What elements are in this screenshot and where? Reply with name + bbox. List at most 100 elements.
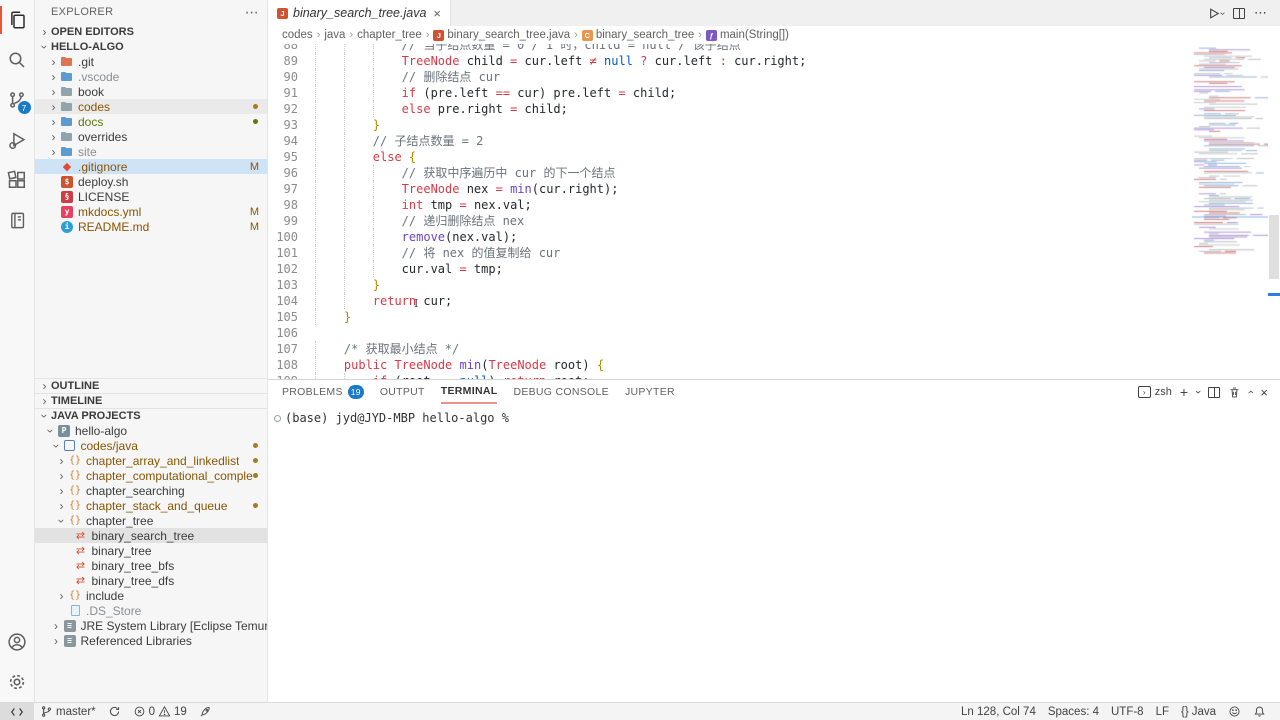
java-tree-item-binary-tree-bfs[interactable]: ⇄binary_tree_bfs	[35, 558, 267, 573]
tab-binary-search-tree[interactable]: J binary_search_tree.java ×	[268, 0, 451, 26]
code-line-102[interactable]: 102cur.val = tmp;	[268, 261, 1280, 277]
panel-tab-debug-console[interactable]: DEBUG CONSOLE	[513, 380, 609, 404]
breadcrumb-item[interactable]: java	[324, 29, 345, 41]
notifications-bell-icon[interactable]	[1247, 705, 1272, 718]
language-mode[interactable]: {} Java	[1175, 706, 1222, 718]
tree-item-readme-md[interactable]: iREADME.mdM	[35, 219, 267, 234]
code-line-103[interactable]: 103}	[268, 277, 1280, 293]
tree-item-mkdocs-yml[interactable]: ymkdocs.ymlM	[35, 204, 267, 219]
tree-item-site[interactable]: ›site	[35, 144, 267, 159]
java-tree-item-codes-java[interactable]: ›codes/java	[35, 438, 267, 453]
indentation-status[interactable]: Spaces: 4	[1042, 706, 1105, 718]
java-tree-item-chapter-tree[interactable]: ›{}chapter_tree	[35, 513, 267, 528]
branch-status[interactable]: master*	[34, 703, 102, 720]
java-tree-item-chapter-searching[interactable]: ›{}chapter_searching	[35, 483, 267, 498]
tree-item-deploy-sh[interactable]: $deploy.sh	[35, 174, 267, 189]
new-terminal-icon[interactable]: +	[1180, 384, 1188, 400]
cursor-position[interactable]: Ln 128, Col 74	[955, 706, 1042, 718]
more-actions-icon[interactable]: ⋯	[245, 4, 259, 21]
code-line-94[interactable]: 94// 子结点数量 = 2	[268, 133, 1280, 149]
code-line-97[interactable]: 97TreeNode nex = min(cur.right);	[268, 181, 1280, 197]
tree-item-book[interactable]: ›book	[35, 84, 267, 99]
panel-tab-output[interactable]: OUTPUT	[380, 380, 425, 404]
code-line-105[interactable]: 105}	[268, 309, 1280, 325]
breadcrumb-item[interactable]: chapter_tree	[357, 29, 422, 41]
feedback-smiley-icon[interactable]	[1222, 705, 1247, 718]
breadcrumb-item[interactable]: ƒmain(String[])	[706, 29, 789, 41]
terminal-shell-selector[interactable]: › zsh	[1138, 386, 1172, 398]
run-debug-icon[interactable]	[0, 120, 35, 160]
tree-item-overrides[interactable]: ›overrides	[35, 129, 267, 144]
open-editors-section[interactable]: › OPEN EDITORS	[35, 24, 267, 39]
account-icon[interactable]	[0, 622, 35, 662]
split-terminal-icon[interactable]	[1208, 387, 1220, 398]
java-tree-item-binary-tree-dfs[interactable]: ⇄binary_tree_dfs	[35, 573, 267, 588]
run-button[interactable]: ›	[1206, 6, 1224, 21]
close-panel-icon[interactable]: ×	[1260, 385, 1268, 400]
java-tree-item-include[interactable]: ›{}include	[35, 588, 267, 603]
panel-tab-jupyter[interactable]: JUPYTER	[625, 380, 675, 404]
tree-item-docs[interactable]: ›docs	[35, 114, 267, 129]
java-status-rocket-icon[interactable]	[193, 703, 218, 720]
code-line-93[interactable]: 93}	[268, 117, 1280, 133]
close-tab-icon[interactable]: ×	[433, 6, 441, 21]
breadcrumb-item[interactable]: Cbinary_search_tree	[582, 29, 694, 41]
tree-item--gitignore[interactable]: ◆.gitignoreM	[35, 159, 267, 174]
remote-indicator[interactable]	[0, 703, 34, 720]
breadcrumb-item[interactable]: Jbinary_search_tree.java	[433, 29, 570, 41]
java-tree-item-hello-algo[interactable]: ›Phello-algo	[35, 423, 267, 438]
code-line-91[interactable]: 91if (pre.left == cur) pre.left = child;	[268, 85, 1280, 101]
java-tree-item-chapter-stack-and-queue[interactable]: ›{}chapter_stack_and_queue	[35, 498, 267, 513]
tree-item-license[interactable]: §LICENSE	[35, 189, 267, 204]
problems-status[interactable]: 0 19	[127, 703, 193, 720]
java-projects-section[interactable]: › JAVA PROJECTS	[35, 408, 267, 423]
java-tree-item-referenced-libraries[interactable]: ›≡Referenced Libraries	[35, 633, 267, 648]
encoding-status[interactable]: UTF-8	[1105, 706, 1150, 718]
editor-more-actions-icon[interactable]: ⋯	[1254, 5, 1268, 21]
panel-tab-problems[interactable]: PROBLEMS19	[282, 380, 364, 404]
run-dropdown-icon[interactable]: ›	[1217, 11, 1228, 14]
code-line-104[interactable]: 104return cur;	[268, 293, 1280, 309]
code-editor[interactable]: 88// 当子结点数量 = 0 / 1 时，child = null / 该子结…	[268, 44, 1280, 379]
minimap[interactable]	[1192, 44, 1268, 379]
extensions-icon[interactable]	[0, 160, 35, 200]
eol-status[interactable]: LF	[1150, 706, 1175, 718]
code-line-96[interactable]: 96// 获取中序遍历中 cur 的下一个结点	[268, 165, 1280, 181]
java-tree-item-binary-search-tree[interactable]: ⇄binary_search_tree	[35, 528, 267, 543]
workspace-root-section[interactable]: › HELLO-ALGO	[35, 39, 267, 54]
code-line-95[interactable]: 95else {	[268, 149, 1280, 165]
editor-scrollbar[interactable]	[1268, 44, 1280, 379]
panel-tab-terminal[interactable]: TERMINAL	[441, 380, 498, 404]
java-tree-item-binary-tree[interactable]: ⇄binary_tree	[35, 543, 267, 558]
code-line-100[interactable]: 100remove(nex.val);	[268, 229, 1280, 245]
breadcrumb-item[interactable]: codes	[282, 29, 313, 41]
java-tree-item-jre-system-library-eclipse-temurin-17-17-[interactable]: ›≡JRE System Library [Eclipse Temurin 17…	[35, 618, 267, 633]
java-tree-item-chapter-array-and-linkedlist[interactable]: ›{}chapter_array_and_linkedlist	[35, 453, 267, 468]
outline-section[interactable]: › OUTLINE	[35, 378, 267, 393]
code-line-106[interactable]: 106	[268, 325, 1280, 341]
terminal-dropdown-icon[interactable]: ›	[1192, 390, 1204, 394]
code-line-92[interactable]: 92else pre.right = child;	[268, 101, 1280, 117]
tree-item--vscode[interactable]: ›.vscode	[35, 69, 267, 84]
settings-gear-icon[interactable]	[0, 662, 35, 702]
code-line-108[interactable]: 108public TreeNode min(TreeNode root) {	[268, 357, 1280, 373]
code-line-98[interactable]: 98int tmp = nex.val;	[268, 197, 1280, 213]
code-line-107[interactable]: 107/* 获取最小结点 */	[268, 341, 1280, 357]
java-tree-item-chapter-computational-complexity[interactable]: ›{}chapter_computational_complexity	[35, 468, 267, 483]
tree-item--git[interactable]: ›.git	[35, 54, 267, 69]
code-line-109[interactable]: 109if (root == null) return root;	[268, 373, 1280, 379]
java-tree-item--ds-store[interactable]: .DS_Store	[35, 603, 267, 618]
code-line-89[interactable]: 89TreeNode child = cur.left ≠ null ? cur…	[268, 53, 1280, 69]
scrollbar-thumb[interactable]	[1269, 215, 1279, 279]
source-control-icon[interactable]: 7	[0, 80, 35, 120]
search-icon[interactable]	[0, 40, 35, 80]
terminal[interactable]: (base) jyd@JYD-MBP hello-algo %	[268, 404, 1280, 702]
explorer-icon[interactable]	[0, 0, 35, 40]
code-line-88[interactable]: 88// 当子结点数量 = 0 / 1 时，child = null / 该子结…	[268, 44, 1280, 53]
maximize-panel-icon[interactable]: ›	[1245, 390, 1257, 394]
split-editor-icon[interactable]	[1233, 8, 1245, 19]
notebook-icon[interactable]	[0, 200, 35, 240]
code-line-101[interactable]: 101// 将 nex 的值复制给 cur	[268, 245, 1280, 261]
kill-terminal-icon[interactable]	[1228, 386, 1241, 399]
code-line-99[interactable]: 99// 递归删除结点 nex	[268, 213, 1280, 229]
